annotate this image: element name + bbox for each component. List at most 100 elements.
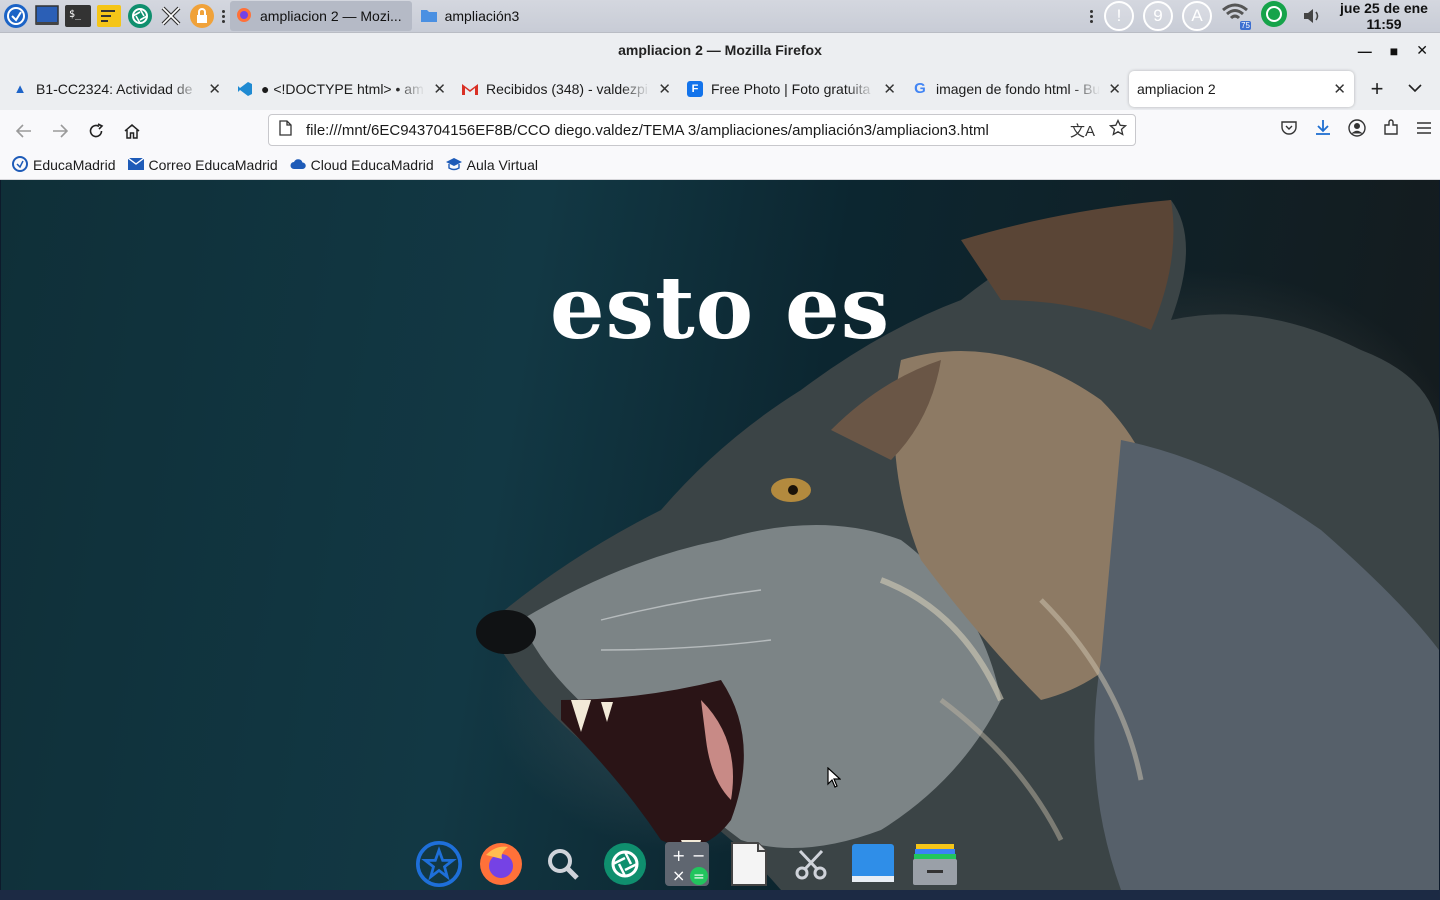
reload-button[interactable]	[78, 115, 114, 147]
tab-label: Free Photo | Foto gratuita	[711, 80, 871, 97]
wifi-signal-label: 75	[1240, 21, 1251, 30]
svg-text:×: ×	[672, 866, 685, 885]
panel-separator-icon	[219, 9, 227, 23]
display-icon[interactable]	[850, 841, 896, 887]
chevron-down-icon	[1408, 84, 1422, 92]
text-editor-icon[interactable]	[726, 841, 772, 887]
maximize-icon[interactable]: ■	[1390, 43, 1398, 59]
clock-date: jue 25 de ene	[1340, 0, 1428, 16]
tab-close-icon[interactable]: ✕	[1333, 80, 1346, 98]
tab-freepik[interactable]: F Free Photo | Foto gratuita ✕	[679, 71, 904, 107]
taskbar-item-label: ampliación3	[444, 8, 520, 24]
downloads-icon[interactable]	[1314, 119, 1332, 142]
mail-icon	[127, 157, 144, 173]
taskbar-item-folder[interactable]: ampliación3	[415, 1, 530, 31]
app-menu-icon[interactable]	[2, 2, 30, 30]
mouse-cursor-icon	[827, 767, 841, 788]
calculator-icon[interactable]: + − × =	[664, 841, 710, 887]
tab-label: ● <!DOCTYPE html> • am	[261, 80, 424, 97]
terminal-icon[interactable]: $_	[64, 2, 92, 30]
launcher-icon[interactable]	[416, 841, 462, 887]
desktop-bottom-strip	[0, 890, 1440, 900]
close-x-icon[interactable]	[157, 2, 185, 30]
hamburger-menu-icon[interactable]	[1416, 121, 1432, 140]
account-icon[interactable]	[1348, 118, 1366, 142]
tab-bar: ▲ B1-CC2324: Actividad de ✕ ● <!DOCTYPE …	[0, 67, 1440, 110]
page-content[interactable]: esto es	[1, 180, 1439, 890]
tab-moodle[interactable]: ▲ B1-CC2324: Actividad de ✕	[4, 71, 229, 107]
window-title: ampliacion 2 — Mozilla Firefox	[618, 42, 822, 58]
page-info-icon[interactable]	[279, 120, 292, 140]
extensions-icon[interactable]	[1382, 118, 1400, 142]
bookmark-correo-educamadrid[interactable]: Correo EducaMadrid	[127, 157, 278, 173]
vpn-icon[interactable]	[1260, 0, 1288, 33]
back-arrow-icon	[16, 123, 31, 138]
tab-close-icon[interactable]: ✕	[883, 80, 896, 98]
vscode-icon	[237, 81, 253, 97]
list-all-tabs-button[interactable]	[1402, 73, 1428, 103]
translate-icon[interactable]: 文A	[1070, 120, 1095, 141]
window-titlebar[interactable]: ampliacion 2 — Mozilla Firefox — ■ ✕	[0, 32, 1440, 67]
educamadrid-icon	[12, 155, 28, 175]
bookmark-aula-virtual[interactable]: Aula Virtual	[445, 157, 538, 174]
bookmark-star-icon[interactable]	[1108, 118, 1128, 141]
update-badge[interactable]: 9	[1143, 1, 1173, 31]
tab-label: imagen de fondo html - Bu	[936, 80, 1101, 97]
tab-close-icon[interactable]: ✕	[208, 80, 221, 98]
show-desktop-icon[interactable]	[33, 2, 61, 30]
svg-text:$_: $_	[69, 9, 82, 20]
screenshot-icon[interactable]	[602, 841, 648, 887]
taskbar-item-label: ampliacion 2 — Mozi...	[260, 8, 402, 24]
back-button[interactable]	[6, 115, 42, 147]
search-icon[interactable]	[540, 841, 586, 887]
home-icon	[124, 123, 140, 139]
system-tray: ! 9 A 75 jue 25 de ene 11:59	[1087, 0, 1440, 32]
lock-icon[interactable]	[188, 2, 216, 30]
clock[interactable]: jue 25 de ene 11:59	[1336, 0, 1432, 32]
scissors-icon[interactable]	[788, 841, 834, 887]
forward-arrow-icon	[53, 123, 68, 138]
clock-time: 11:59	[1366, 16, 1402, 32]
tab-label: Recibidos (348) - valdezpi	[486, 80, 648, 97]
taskbar-item-firefox[interactable]: ampliacion 2 — Mozi...	[230, 1, 412, 31]
pocket-icon[interactable]	[1280, 120, 1298, 141]
url-text[interactable]: file:///mnt/6EC943704156EF8B/CCO diego.v…	[306, 122, 1070, 139]
tab-close-icon[interactable]: ✕	[1108, 80, 1121, 98]
tray-separator-icon	[1087, 9, 1095, 23]
bookmark-label: EducaMadrid	[33, 157, 116, 173]
firefox-icon	[236, 7, 252, 26]
reload-icon	[89, 122, 104, 137]
tab-label: ampliacion 2	[1137, 80, 1216, 97]
tab-ampliacion-2[interactable]: ampliacion 2 ✕	[1129, 70, 1354, 107]
moodle-icon: ▲	[13, 81, 27, 96]
notes-icon[interactable]	[95, 2, 123, 30]
cloud-icon	[290, 157, 306, 173]
tab-google[interactable]: G imagen de fondo html - Bu ✕	[904, 71, 1129, 107]
new-tab-button[interactable]: +	[1356, 71, 1398, 107]
page-heading: esto es	[549, 258, 891, 359]
tab-close-icon[interactable]: ✕	[433, 80, 446, 98]
firefox-icon[interactable]	[478, 841, 524, 887]
home-button[interactable]	[114, 115, 150, 147]
tab-vscode[interactable]: ● <!DOCTYPE html> • am ✕	[229, 71, 454, 107]
url-bar[interactable]: file:///mnt/6EC943704156EF8B/CCO diego.v…	[268, 114, 1136, 146]
aula-virtual-icon	[445, 157, 462, 174]
file-manager-icon[interactable]	[912, 841, 958, 887]
gmail-icon	[462, 81, 478, 97]
volume-icon[interactable]	[1297, 8, 1327, 24]
svg-text:=: =	[693, 869, 705, 885]
bookmark-educamadrid[interactable]: EducaMadrid	[12, 155, 116, 175]
google-icon: G	[914, 80, 926, 97]
bookmark-cloud-educamadrid[interactable]: Cloud EducaMadrid	[290, 157, 434, 173]
wifi-icon[interactable]: 75	[1221, 2, 1251, 30]
account-badge[interactable]: A	[1182, 1, 1212, 31]
tab-gmail[interactable]: Recibidos (348) - valdezpi ✕	[454, 71, 679, 107]
tab-close-icon[interactable]: ✕	[658, 80, 671, 98]
close-icon[interactable]: ✕	[1416, 42, 1428, 59]
minimize-icon[interactable]: —	[1358, 43, 1372, 59]
screenshot-app-icon[interactable]	[126, 2, 154, 30]
application-dock: + − × =	[410, 836, 970, 892]
info-icon[interactable]: !	[1104, 1, 1134, 31]
forward-button[interactable]	[42, 115, 78, 147]
bookmark-label: Cloud EducaMadrid	[310, 157, 434, 173]
